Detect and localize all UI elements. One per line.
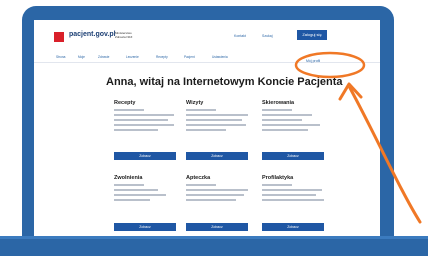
card-text: [262, 184, 292, 186]
card-text: [186, 124, 246, 126]
card-text: [262, 124, 320, 126]
nav-item[interactable]: Strona: [56, 55, 65, 59]
card-text: [114, 199, 150, 201]
nav-item[interactable]: Pacjent: [184, 55, 195, 59]
card-text: [262, 194, 316, 196]
card-text: [186, 184, 216, 186]
card-title: Wizyty: [186, 100, 204, 106]
profile-link[interactable]: Mój profil: [306, 59, 320, 63]
card-text: [186, 114, 248, 116]
card-text: [186, 129, 226, 131]
nav-item[interactable]: Ustawienia: [212, 55, 228, 59]
logo-icon: [54, 32, 64, 42]
logo-subtitle: Ministerstwo Zdrowia NFZ: [115, 31, 133, 39]
card-title: Zwolnienia: [114, 175, 143, 181]
card-button[interactable]: Zobacz: [114, 152, 176, 160]
nav-item[interactable]: Recepty: [156, 55, 168, 59]
card-text: [114, 194, 166, 196]
card-text: [262, 119, 302, 121]
card-zwolnienia: Zwolnienia Zobacz: [114, 175, 184, 240]
card-button[interactable]: Zobacz: [262, 223, 324, 231]
card-profilaktyka: Profilaktyka Zobacz: [262, 175, 332, 240]
laptop-base-edge: [0, 236, 428, 239]
main-nav: Strona Moje Zdrowie Leczenie Recepty Pac…: [34, 52, 380, 63]
card-text: [186, 119, 242, 121]
card-text: [114, 124, 174, 126]
nav-item[interactable]: Zdrowie: [98, 55, 109, 59]
card-skierowania: Skierowania Zobacz: [262, 100, 332, 170]
card-text: [186, 109, 216, 111]
card-text: [262, 199, 324, 201]
login-button[interactable]: Zaloguj się: [297, 30, 327, 40]
card-text: [114, 184, 144, 186]
card-text: [114, 109, 144, 111]
browser-screen: pacjent.gov.pl Ministerstwo Zdrowia NFZ …: [34, 20, 380, 240]
page-title: Anna, witaj na Internetowym Koncie Pacje…: [106, 76, 343, 88]
card-text: [262, 129, 308, 131]
site-logo[interactable]: pacjent.gov.pl: [69, 31, 116, 38]
card-text: [186, 199, 236, 201]
card-text: [186, 189, 248, 191]
card-text: [114, 189, 158, 191]
card-text: [114, 129, 158, 131]
card-title: Apteczka: [186, 175, 211, 181]
card-title: Skierowania: [262, 100, 295, 106]
nav-item[interactable]: Moje: [78, 55, 85, 59]
site-header: pacjent.gov.pl Ministerstwo Zdrowia NFZ …: [34, 20, 380, 50]
card-text: [114, 119, 168, 121]
contact-link[interactable]: Kontakt: [234, 34, 246, 38]
search-link[interactable]: Szukaj: [262, 34, 273, 38]
card-text: [114, 114, 174, 116]
card-apteczka: Apteczka Zobacz: [186, 175, 256, 240]
card-text: [262, 114, 312, 116]
nav-item[interactable]: Leczenie: [126, 55, 139, 59]
card-text: [186, 194, 244, 196]
card-button[interactable]: Zobacz: [114, 223, 176, 231]
card-title: Profilaktyka: [262, 175, 294, 181]
card-text: [262, 189, 322, 191]
card-button[interactable]: Zobacz: [186, 223, 248, 231]
card-button[interactable]: Zobacz: [262, 152, 324, 160]
card-button[interactable]: Zobacz: [186, 152, 248, 160]
laptop-base: [0, 236, 428, 256]
card-title: Recepty: [114, 100, 136, 106]
card-text: [262, 109, 292, 111]
card-wizyty: Wizyty Zobacz: [186, 100, 256, 170]
card-recepty: Recepty Zobacz: [114, 100, 184, 170]
